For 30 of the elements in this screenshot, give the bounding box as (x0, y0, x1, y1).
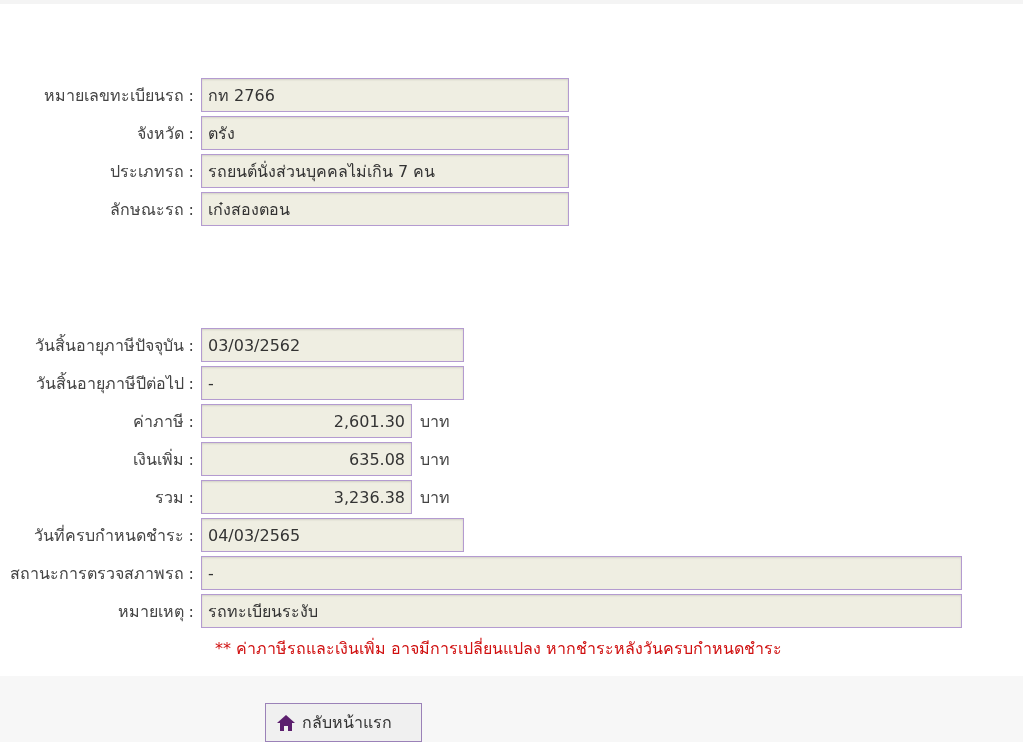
readonly-field[interactable]: 635.08 (201, 442, 412, 476)
readonly-field[interactable]: 03/03/2562 (201, 328, 464, 362)
warning-note: ** ค่าภาษีรถและเงินเพิ่ม อาจมีการเปลี่ยนแปลง หากชำระหลังวันครบกำหนดชำระ (215, 637, 784, 660)
field-label: ประเภทรถ : (108, 160, 195, 183)
field-label: เงินเพิ่ม : (131, 448, 195, 471)
readonly-field[interactable]: ตรัง (201, 116, 569, 150)
readonly-field[interactable]: 3,236.38 (201, 480, 412, 514)
field-label: วันสิ้นอายุภาษีปัจจุบัน : (33, 333, 195, 358)
unit-label: บาท (420, 448, 450, 471)
field-label: ลักษณะรถ : (108, 198, 195, 221)
field-label: วันที่ครบกำหนดชำระ : (32, 524, 195, 547)
field-label: จังหวัด : (135, 122, 195, 145)
unit-label: บาท (420, 486, 450, 509)
readonly-field[interactable]: - (201, 556, 962, 590)
readonly-field[interactable]: รถยนต์นั่งส่วนบุคคลไม่เกิน 7 คน (201, 154, 569, 188)
field-label: สถานะการตรวจสภาพรถ : (8, 562, 195, 585)
readonly-field[interactable]: 04/03/2565 (201, 518, 464, 552)
field-label: วันสิ้นอายุภาษีปีต่อไป : (34, 371, 195, 396)
field-label: หมายเหตุ : (116, 600, 195, 624)
home-icon (276, 713, 296, 732)
readonly-field[interactable]: เก๋งสองตอน (201, 192, 569, 226)
field-label: รวม : (153, 486, 195, 509)
readonly-field[interactable]: กท 2766 (201, 78, 569, 112)
field-label: ค่าภาษี : (131, 410, 195, 433)
readonly-field[interactable]: - (201, 366, 464, 400)
field-label: หมายเลขทะเบียนรถ : (42, 84, 195, 107)
readonly-field[interactable]: 2,601.30 (201, 404, 412, 438)
readonly-field[interactable]: รถทะเบียนระงับ (201, 594, 962, 628)
unit-label: บาท (420, 410, 450, 433)
home-button[interactable]: กลับหน้าแรก (265, 703, 422, 742)
